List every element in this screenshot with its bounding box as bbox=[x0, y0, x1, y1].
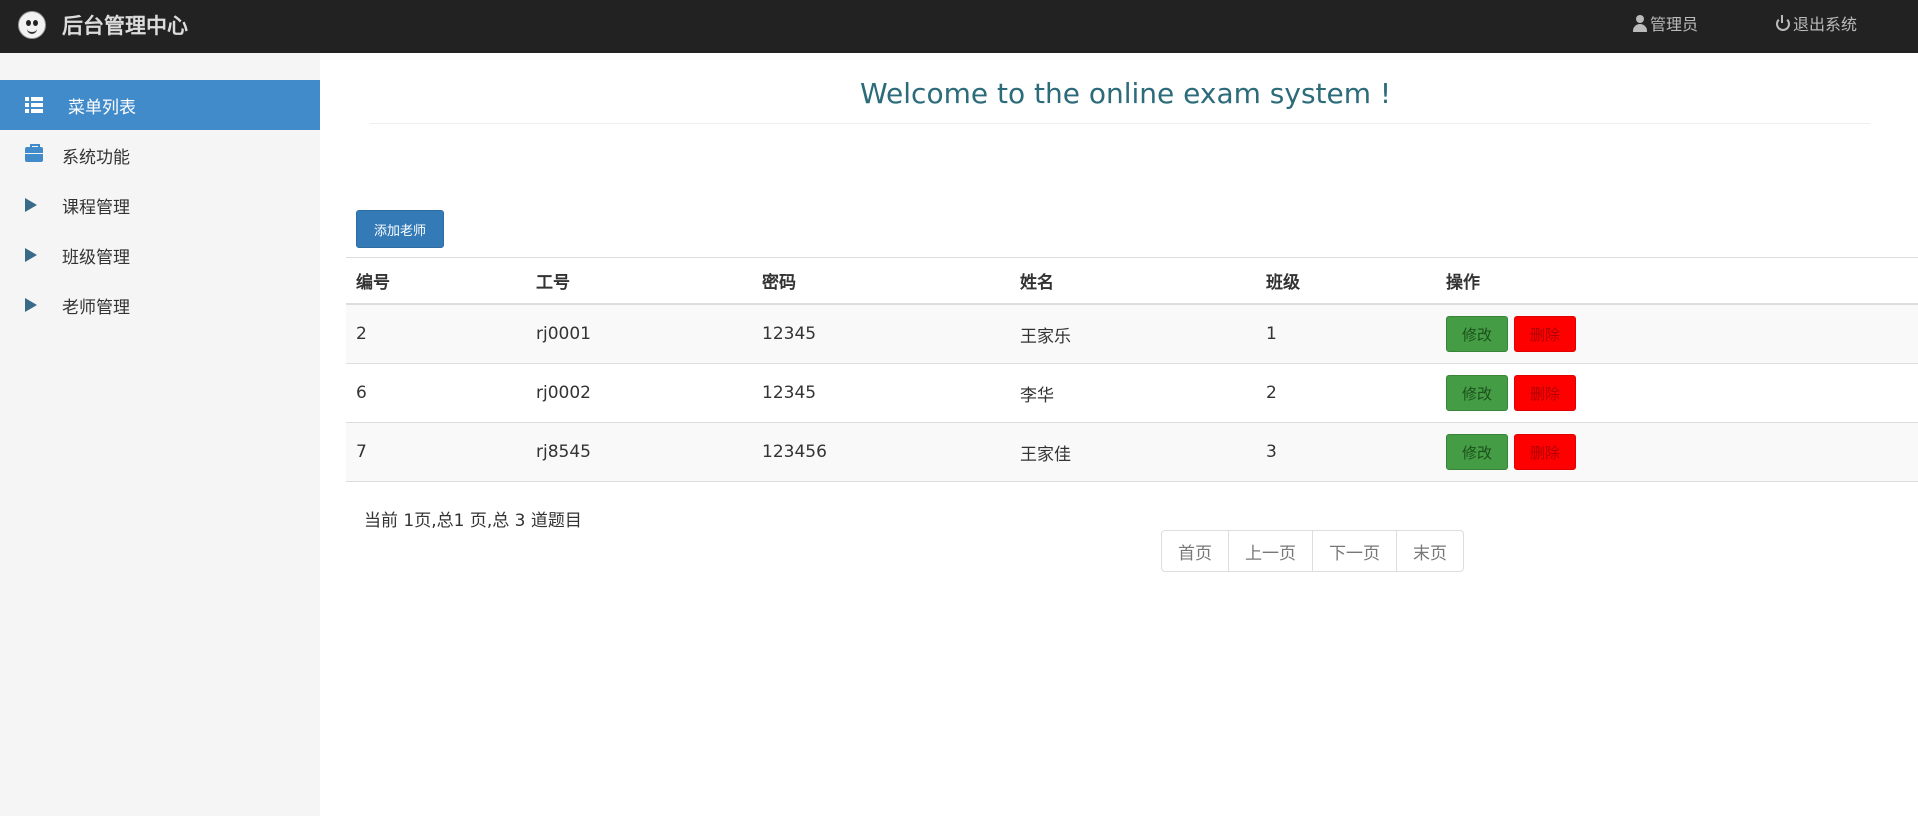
table-header-row: 编号 工号 密码 姓名 班级 操作 bbox=[346, 257, 1918, 305]
sidebar-item-label: 老师管理 bbox=[62, 297, 130, 318]
prev-page-link[interactable]: 上一页 bbox=[1228, 530, 1313, 572]
list-icon bbox=[25, 97, 43, 113]
delete-button[interactable]: 删除 bbox=[1514, 316, 1576, 352]
cell-work-no: rj8545 bbox=[526, 422, 752, 482]
cell-work-no: rj0002 bbox=[526, 363, 752, 423]
logout-link[interactable]: 退出系统 bbox=[1775, 11, 1857, 35]
cell-class: 3 bbox=[1256, 422, 1436, 482]
column-header-work-no: 工号 bbox=[526, 257, 752, 305]
edit-button[interactable]: 修改 bbox=[1446, 316, 1508, 352]
sidebar-item-menu-list[interactable]: 菜单列表 bbox=[0, 80, 320, 130]
divider bbox=[370, 123, 1870, 124]
cell-id: 6 bbox=[346, 363, 526, 423]
cell-class: 1 bbox=[1256, 304, 1436, 364]
add-teacher-button[interactable]: 添加老师 bbox=[356, 210, 444, 248]
column-header-password: 密码 bbox=[752, 257, 1010, 305]
welcome-heading: Welcome to the online exam system ! bbox=[860, 77, 1392, 110]
cell-actions: 修改 删除 bbox=[1436, 422, 1918, 482]
edit-button[interactable]: 修改 bbox=[1446, 434, 1508, 470]
column-header-actions: 操作 bbox=[1436, 257, 1918, 305]
cell-work-no: rj0001 bbox=[526, 304, 752, 364]
last-page-link[interactable]: 末页 bbox=[1396, 530, 1464, 572]
page-info: 当前 1页,总1 页,总 3 道题目 bbox=[364, 511, 582, 531]
logout-label: 退出系统 bbox=[1793, 15, 1858, 34]
cell-id: 2 bbox=[346, 304, 526, 364]
sidebar-item-label: 班级管理 bbox=[62, 247, 130, 268]
briefcase-icon bbox=[25, 144, 43, 162]
delete-button[interactable]: 删除 bbox=[1514, 375, 1576, 411]
triangle-right-icon bbox=[25, 248, 37, 262]
edit-button[interactable]: 修改 bbox=[1446, 375, 1508, 411]
first-page-link[interactable]: 首页 bbox=[1161, 530, 1229, 572]
next-page-link[interactable]: 下一页 bbox=[1312, 530, 1397, 572]
table-row: 7 rj8545 123456 王家佳 3 修改 删除 bbox=[346, 422, 1918, 482]
logo-icon bbox=[18, 11, 46, 39]
top-navbar: 后台管理中心 管理员 退出系统 bbox=[0, 0, 1918, 53]
cell-actions: 修改 删除 bbox=[1436, 304, 1918, 364]
cell-name: 王家乐 bbox=[1010, 304, 1256, 364]
cell-actions: 修改 删除 bbox=[1436, 363, 1918, 423]
triangle-right-icon bbox=[25, 298, 37, 312]
app-title: 后台管理中心 bbox=[62, 14, 188, 38]
cell-name: 王家佳 bbox=[1010, 422, 1256, 482]
sidebar-item-teacher-management[interactable]: 老师管理 bbox=[0, 280, 320, 330]
teacher-table: 编号 工号 密码 姓名 班级 操作 2 rj0001 12345 王家乐 1 修… bbox=[346, 257, 1918, 482]
sidebar-item-course-management[interactable]: 课程管理 bbox=[0, 180, 320, 230]
admin-user-label: 管理员 bbox=[1650, 15, 1699, 34]
cell-password: 12345 bbox=[752, 304, 1010, 364]
sidebar-item-class-management[interactable]: 班级管理 bbox=[0, 230, 320, 280]
column-header-id: 编号 bbox=[346, 257, 526, 305]
admin-user-link[interactable]: 管理员 bbox=[1632, 11, 1698, 35]
delete-button[interactable]: 删除 bbox=[1514, 434, 1576, 470]
user-icon bbox=[1632, 14, 1648, 32]
sidebar-item-label: 菜单列表 bbox=[68, 97, 136, 118]
column-header-class: 班级 bbox=[1256, 257, 1436, 305]
pagination: 首页 上一页 下一页 末页 bbox=[1161, 530, 1464, 572]
cell-password: 123456 bbox=[752, 422, 1010, 482]
column-header-name: 姓名 bbox=[1010, 257, 1256, 305]
sidebar: 菜单列表 系统功能 课程管理 班级管理 老师管理 bbox=[0, 53, 320, 816]
cell-password: 12345 bbox=[752, 363, 1010, 423]
triangle-right-icon bbox=[25, 198, 37, 212]
cell-class: 2 bbox=[1256, 363, 1436, 423]
table-row: 6 rj0002 12345 李华 2 修改 删除 bbox=[346, 363, 1918, 423]
power-icon bbox=[1775, 15, 1791, 31]
cell-name: 李华 bbox=[1010, 363, 1256, 423]
sidebar-item-label: 课程管理 bbox=[62, 197, 130, 218]
table-row: 2 rj0001 12345 王家乐 1 修改 删除 bbox=[346, 304, 1918, 364]
cell-id: 7 bbox=[346, 422, 526, 482]
sidebar-item-label: 系统功能 bbox=[62, 147, 130, 168]
sidebar-item-system-functions[interactable]: 系统功能 bbox=[0, 130, 320, 180]
